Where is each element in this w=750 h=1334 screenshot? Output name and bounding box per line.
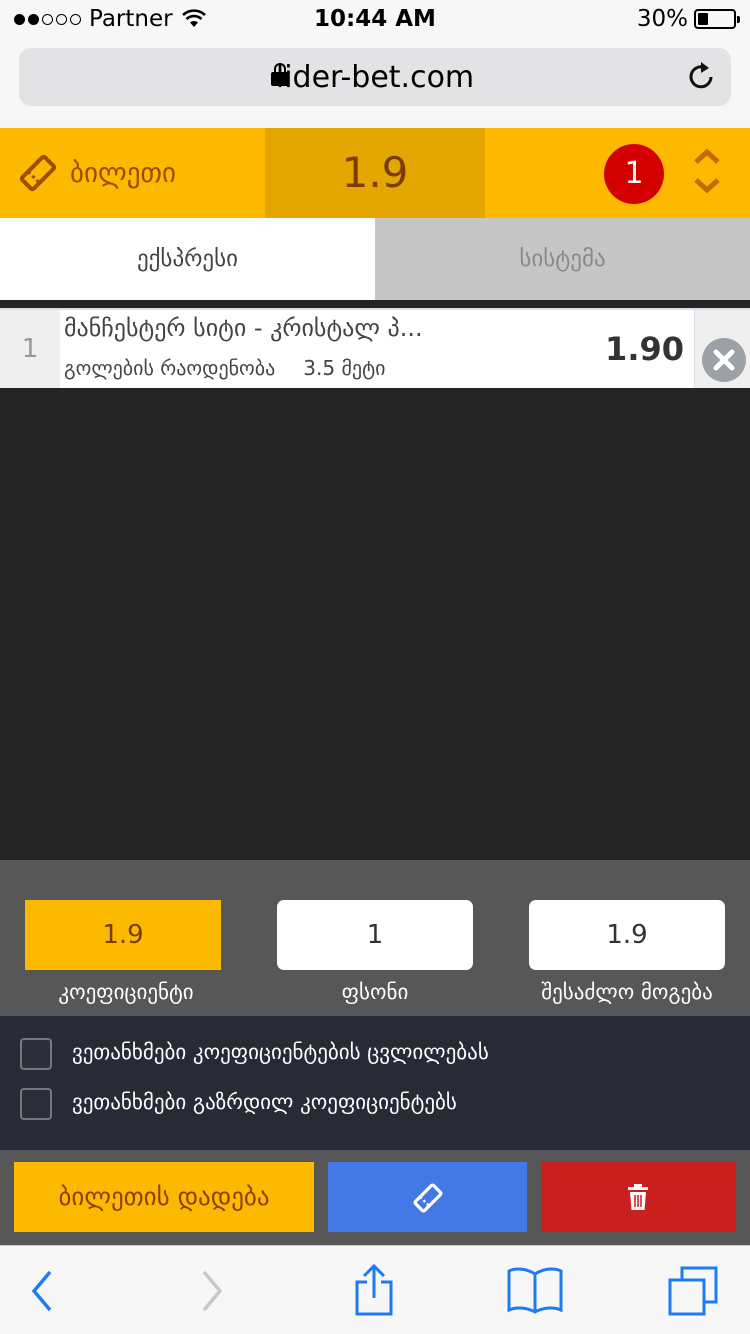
forward-icon[interactable] (196, 1268, 226, 1314)
coefficient-label: კოეფიციენტი (58, 980, 194, 1004)
ticket-title[interactable]: ბილეთი (18, 153, 176, 193)
tab-system[interactable]: სისტემა (375, 218, 750, 300)
possible-win-label: შესაძლო მოგება (541, 980, 713, 1004)
bet-count-badge: 1 (604, 144, 664, 204)
back-icon[interactable] (28, 1268, 58, 1314)
bet-market-line: გოლების რაოდენობა 3.5 მეტი (64, 356, 414, 380)
action-bar: ბილეთის დადება (0, 1150, 750, 1245)
agree-odds-change-label[interactable]: ვეთანხმები კოეფიციენტების ცვლილებას (72, 1040, 489, 1064)
ticket-header[interactable]: ბილეთი 1.9 1 (0, 128, 750, 218)
summary-panel: 1.9 1 1.9 კოეფიციენტი ფსონი შესაძლო მოგე… (0, 860, 750, 1016)
bet-details: მანჩესტერ სიტი - კრისტალ პ... გოლების რა… (60, 310, 695, 388)
trash-icon (628, 1184, 648, 1210)
agree-odds-change-checkbox[interactable] (20, 1038, 52, 1070)
tab-express[interactable]: ექსპრესი (0, 218, 375, 300)
battery-percent: 30% (636, 6, 688, 32)
up-down-icon[interactable] (690, 146, 724, 196)
url-domain[interactable]: lider-bet.com (19, 60, 731, 95)
ticket-label: ბილეთი (70, 157, 176, 189)
status-bar: Partner 10:44 AM 30% (0, 0, 750, 40)
possible-win-value: 1.9 (529, 900, 725, 970)
clear-ticket-button[interactable] (541, 1162, 736, 1232)
bet-selection: 3.5 მეტი (303, 356, 386, 380)
stake-input[interactable]: 1 (277, 900, 473, 970)
browser-address-area: lider-bet.com (0, 40, 750, 128)
total-odds: 1.9 (265, 128, 485, 218)
bet-index: 1 (21, 334, 39, 364)
bet-odds: 1.90 (605, 330, 684, 368)
bet-market: გოლების რაოდენობა (64, 356, 276, 380)
remove-bet-button[interactable] (702, 338, 746, 382)
battery-icon (694, 9, 740, 29)
browser-toolbar (0, 1245, 750, 1334)
agree-increased-odds-label[interactable]: ვეთანხმები გაზრდილ კოეფიციენტებს (72, 1090, 457, 1114)
agreements: ვეთანხმები კოეფიციენტების ცვლილებას ვეთა… (0, 1016, 750, 1150)
bet-type-tabs: ექსპრესი სისტემა (0, 218, 750, 300)
tabs-icon[interactable] (666, 1264, 720, 1318)
ticket-icon (19, 154, 57, 192)
coefficient-value: 1.9 (25, 900, 221, 970)
address-bar[interactable]: lider-bet.com (19, 48, 731, 106)
bet-teams: მანჩესტერ სიტი - კრისტალ პ... (64, 314, 423, 342)
battery-status: 30% (636, 6, 740, 32)
bookmarks-icon[interactable] (506, 1266, 564, 1314)
save-ticket-button[interactable] (328, 1162, 527, 1232)
ticket-icon (413, 1183, 443, 1213)
agree-increased-odds-checkbox[interactable] (20, 1088, 52, 1120)
bet-row: 1 მანჩესტერ სიტი - კრისტალ პ... გოლების … (0, 308, 750, 388)
close-icon (713, 349, 735, 371)
reload-icon[interactable] (687, 60, 717, 92)
stake-label: ფსონი (341, 980, 409, 1004)
share-icon[interactable] (352, 1262, 396, 1316)
place-bet-button[interactable]: ბილეთის დადება (14, 1162, 314, 1232)
